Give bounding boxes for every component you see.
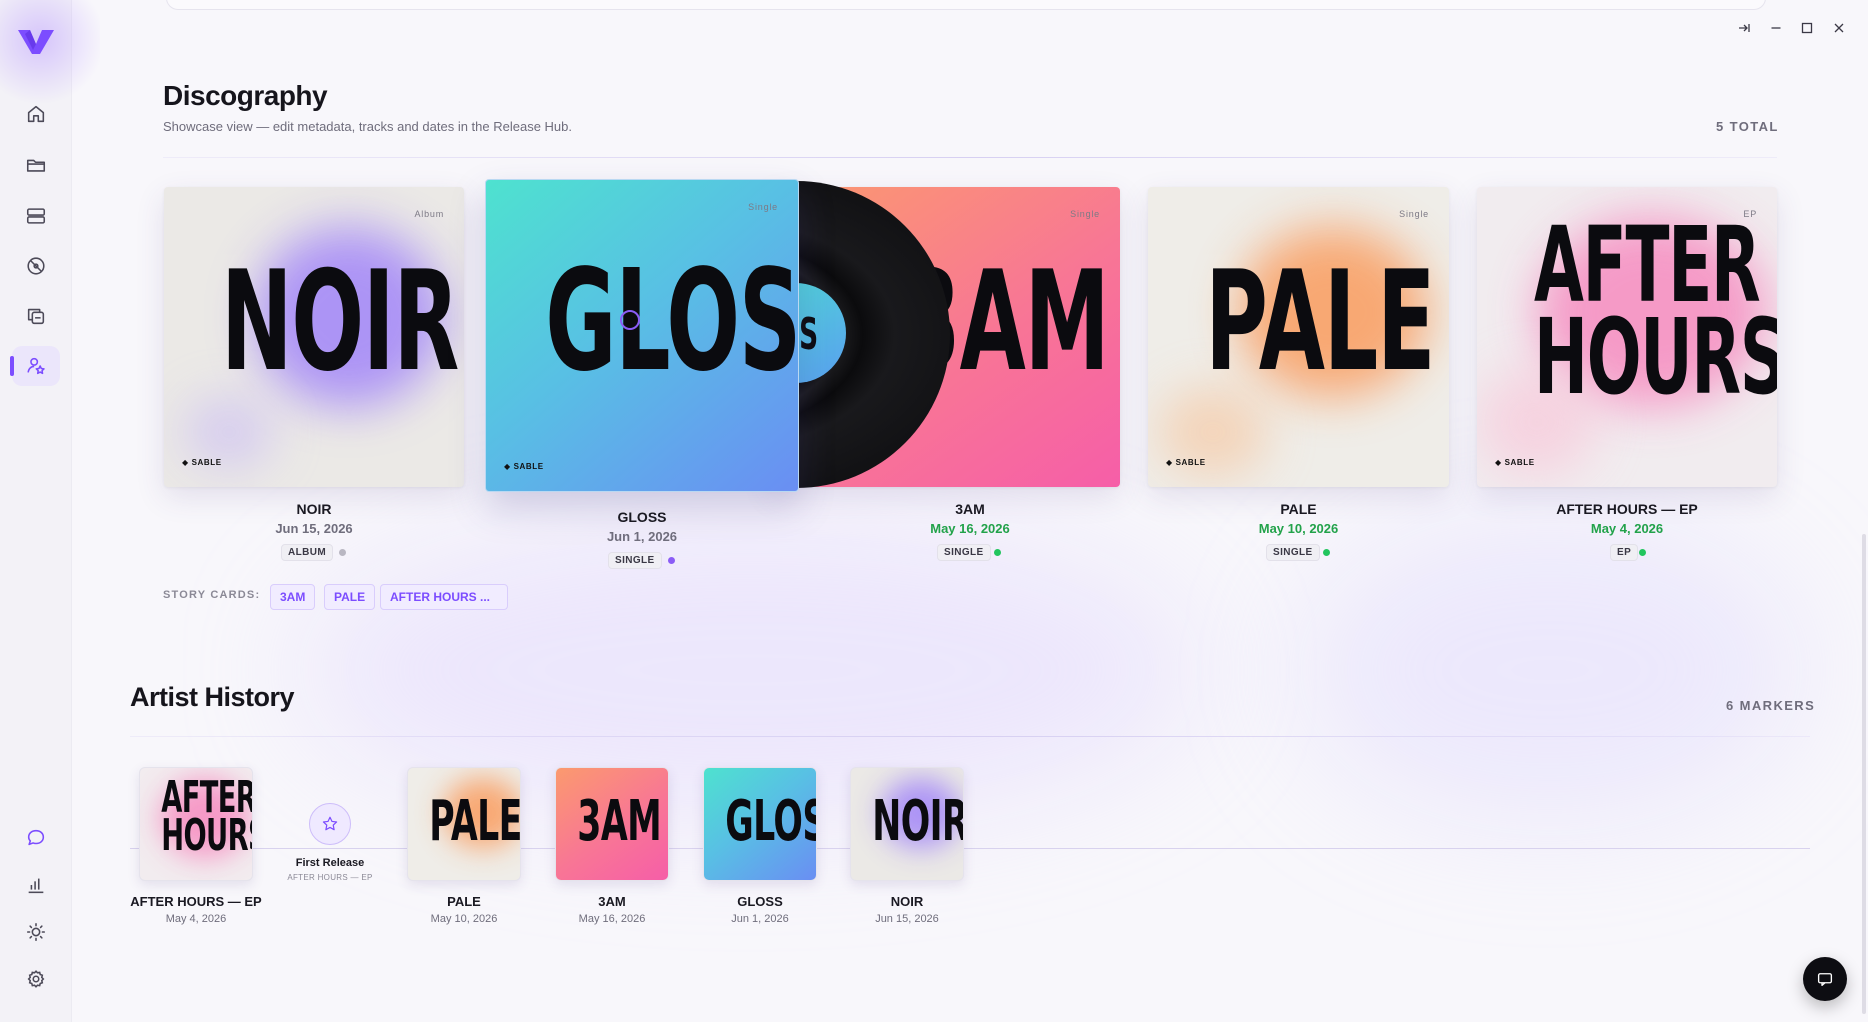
close-icon[interactable]	[1829, 18, 1849, 38]
release-name: NOIR	[296, 501, 332, 517]
cover-type-label: Single	[1070, 209, 1100, 219]
cover-title: GLOSS	[545, 240, 798, 403]
history-item-date: May 16, 2026	[578, 913, 646, 925]
history-item-name: 3AM	[598, 894, 626, 909]
status-dot	[1639, 549, 1646, 556]
star-icon[interactable]	[309, 803, 351, 845]
release-name: GLOSS	[617, 509, 667, 525]
story-card-chip[interactable]: 3AM	[270, 584, 316, 610]
status-dot	[1323, 549, 1330, 556]
release-type-badge: EP	[1610, 544, 1639, 561]
history-item-date: Jun 1, 2026	[731, 913, 789, 925]
disc-icon[interactable]	[12, 246, 60, 286]
story-cards-label: STORY CARDS:	[163, 589, 261, 601]
cover-brand-text: SABLE	[1175, 458, 1206, 467]
discography-title: Discography	[163, 80, 328, 111]
home-icon[interactable]	[12, 94, 60, 134]
status-dot	[339, 549, 346, 556]
sun-icon[interactable]	[12, 912, 60, 952]
release-card-after-hours[interactable]: EP AFTER HOURS ◆ SABLE	[1477, 187, 1777, 487]
discography-subtitle: Showcase view — edit metadata, tracks an…	[163, 119, 572, 134]
release-type-badge: SINGLE	[608, 552, 662, 569]
history-item-date: May 10, 2026	[430, 913, 498, 925]
history-thumb-noir[interactable]: NOIR	[850, 767, 964, 881]
thumb-title: 3AM	[577, 789, 661, 854]
status-dot	[994, 549, 1001, 556]
cover-title: NOIR	[221, 241, 459, 402]
history-item-name: AFTER HOURS — EP	[130, 894, 262, 909]
app-logo[interactable]	[16, 26, 56, 58]
release-card-gloss[interactable]: Single GLOSS ◆ SABLE	[485, 179, 799, 492]
chat-fab-button[interactable]	[1803, 957, 1847, 1001]
release-type-badge: SINGLE	[937, 544, 991, 561]
history-item-name: NOIR	[890, 894, 924, 909]
cover-brand: ◆ SABLE	[1495, 458, 1535, 467]
story-card-chip[interactable]: AFTER HOURS ...	[380, 584, 508, 610]
release-date: Jun 15, 2026	[275, 521, 353, 536]
release-type-badge: SINGLE	[1266, 544, 1320, 561]
message-icon	[1817, 973, 1833, 987]
chat-icon[interactable]	[12, 818, 60, 858]
history-thumb-pale[interactable]: PALE	[407, 767, 521, 881]
cover-title: PALE	[1205, 241, 1435, 402]
release-name: PALE	[1280, 501, 1317, 517]
history-item-name: GLOSS	[737, 894, 783, 909]
folder-icon[interactable]	[12, 145, 60, 185]
discography-divider	[163, 157, 1777, 158]
scrollbar[interactable]	[1862, 534, 1866, 1014]
header-panel-edge	[166, 0, 1766, 10]
cover-brand-text: SABLE	[191, 458, 222, 467]
release-type-badge: ALBUM	[281, 544, 334, 561]
collapse-icon[interactable]	[1734, 18, 1754, 38]
cover-brand-text: SABLE	[1504, 458, 1535, 467]
release-date: Jun 1, 2026	[606, 529, 678, 544]
cover-type-label: Album	[414, 209, 444, 219]
cover-type-label: Single	[1399, 209, 1429, 219]
milestone-subtitle: AFTER HOURS — EP	[287, 873, 373, 882]
cover-type-label: Single	[748, 202, 778, 212]
thumb-title: PALE	[429, 789, 521, 854]
history-title: Artist History	[130, 682, 295, 712]
history-item-date: May 4, 2026	[165, 913, 227, 925]
history-thumb-gloss[interactable]: GLOSS	[703, 767, 817, 881]
thumb-title: NOIR	[872, 789, 964, 854]
release-name: 3AM	[955, 501, 985, 517]
maximize-icon[interactable]	[1797, 18, 1817, 38]
artist-star-icon[interactable]	[10, 346, 60, 386]
story-card-chip[interactable]: PALE	[324, 584, 376, 610]
cursor-ring	[620, 310, 640, 330]
cover-brand-text: SABLE	[513, 462, 544, 471]
copy-icon[interactable]	[12, 296, 60, 336]
release-card-pale[interactable]: Single PALE ◆ SABLE	[1148, 187, 1449, 487]
cover-glow	[184, 397, 274, 467]
cover-brand: ◆ SABLE	[1166, 458, 1206, 467]
timeline-line	[130, 848, 1810, 849]
status-dot	[668, 557, 675, 564]
release-date: May 10, 2026	[1258, 521, 1339, 536]
release-date: May 16, 2026	[930, 521, 1010, 536]
release-name: AFTER HOURS — EP	[1556, 501, 1698, 517]
release-date: May 4, 2026	[1590, 521, 1664, 536]
history-divider	[130, 736, 1810, 737]
history-item-name: PALE	[447, 894, 481, 909]
minimize-icon[interactable]	[1766, 18, 1786, 38]
thumb-title: GLOSS	[725, 789, 816, 854]
settings-icon[interactable]	[12, 959, 60, 999]
cover-title-line2: HOURS	[1534, 296, 1777, 418]
history-thumb-3am[interactable]: 3AM	[555, 767, 669, 881]
milestone-title: First Release	[295, 857, 365, 869]
discography-count: 5 TOTAL	[1716, 119, 1779, 134]
server-icon[interactable]	[12, 196, 60, 236]
release-card-noir[interactable]: Album NOIR ◆ SABLE	[164, 187, 464, 487]
background-glow	[1300, 520, 1800, 820]
history-thumb-after-hours[interactable]: AFTER HOURS	[139, 767, 253, 881]
thumb-title-line2: HOURS	[161, 810, 252, 861]
history-item-date: Jun 15, 2026	[875, 913, 939, 925]
cover-brand: ◆ SABLE	[182, 458, 222, 467]
bar-chart-icon[interactable]	[12, 865, 60, 905]
cover-brand: ◆ SABLE	[504, 462, 544, 471]
sidebar	[0, 0, 100, 1022]
history-count: 6 MARKERS	[1726, 698, 1816, 713]
